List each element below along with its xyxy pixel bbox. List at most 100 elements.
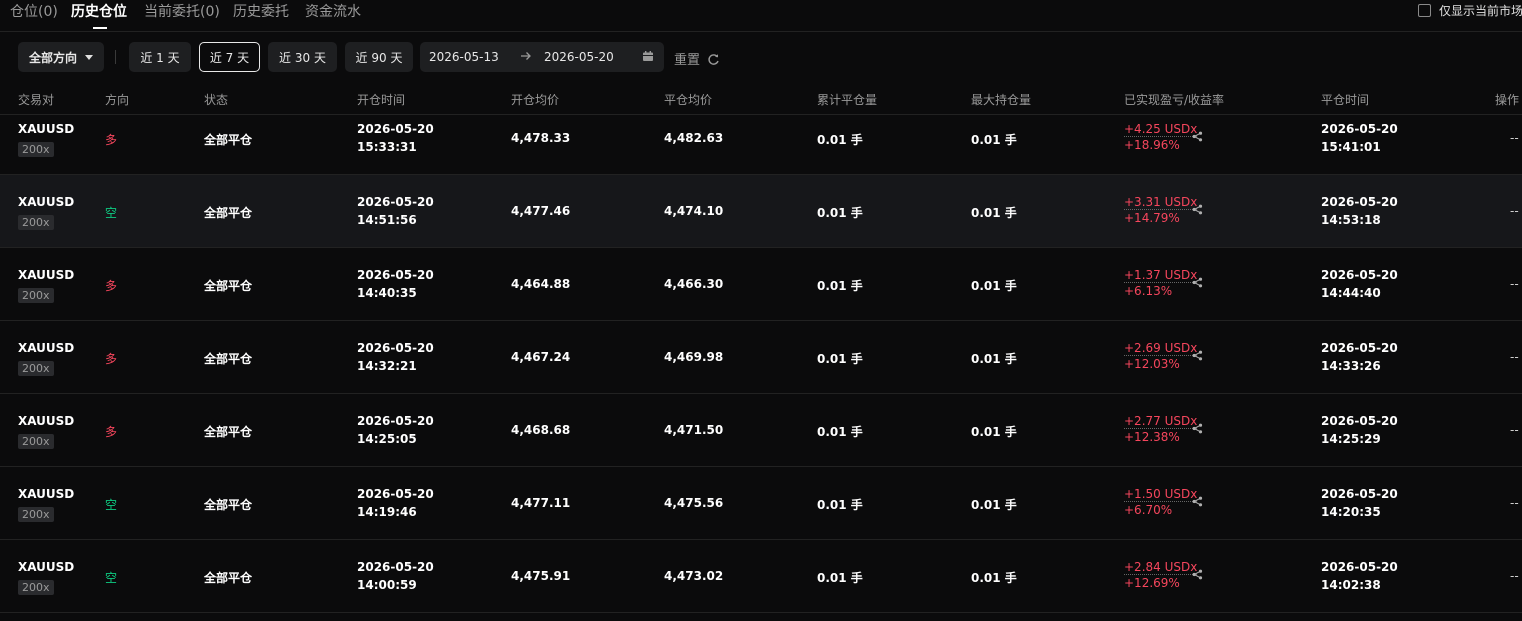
max-qty: 0.01 手: [971, 279, 1017, 293]
action[interactable]: --: [1510, 277, 1519, 291]
roi: +12.03%: [1124, 357, 1180, 371]
open-price: 4,475.91: [511, 569, 571, 583]
tab-position-history[interactable]: 历史仓位: [71, 1, 127, 21]
range-90d-button[interactable]: 近 90 天: [345, 42, 413, 72]
close-price: 4,471.50: [664, 423, 724, 437]
symbol[interactable]: XAUUSD: [18, 195, 74, 209]
only-current-market-toggle[interactable]: 仅显示当前市场: [1418, 2, 1522, 19]
close-price: 4,466.30: [664, 277, 724, 291]
open-date: 2026-05-20: [357, 414, 434, 428]
status: 全部平仓: [204, 498, 253, 512]
tab-bar: 仓位(0) 历史仓位 当前委托(0) 历史委托 资金流水 仅显示当前市场: [0, 0, 1522, 32]
realized-pnl: +2.77 USDx: [1124, 414, 1198, 429]
leverage-badge: 200x: [18, 142, 54, 157]
table-row: XAUUSD 200x 空 全部平仓 2026-05-20 14:00:59 4,475.9…: [0, 540, 1522, 613]
share-icon[interactable]: [1192, 569, 1203, 583]
symbol[interactable]: XAUUSD: [18, 560, 74, 574]
open-time: 14:32:21: [357, 359, 417, 373]
table-row: XAUUSD 200x 空 全部平仓 2026-05-20 14:19:46 4,477.1…: [0, 467, 1522, 540]
side: 空: [105, 571, 118, 585]
open-time: 15:33:31: [357, 140, 417, 154]
symbol[interactable]: XAUUSD: [18, 268, 74, 282]
action[interactable]: --: [1510, 569, 1519, 583]
leverage-badge: 200x: [18, 580, 54, 595]
direction-label: 全部方向: [28, 50, 77, 65]
tab-open-orders[interactable]: 当前委托(0): [144, 1, 220, 21]
close-price: 4,473.02: [664, 569, 724, 583]
date-to[interactable]: 2026-05-20: [544, 50, 614, 64]
range-30d-button[interactable]: 近 30 天: [268, 42, 337, 72]
date-range-picker[interactable]: 2026-05-13 2026-05-20: [420, 42, 664, 72]
roi: +12.38%: [1124, 430, 1180, 444]
realized-pnl: +1.37 USDx: [1124, 268, 1198, 283]
leverage-badge: 200x: [18, 288, 54, 303]
open-time: 14:00:59: [357, 578, 417, 592]
realized-pnl: +4.25 USDx: [1124, 122, 1198, 137]
max-qty: 0.01 手: [971, 206, 1017, 220]
roi: +6.70%: [1124, 503, 1173, 517]
table-row: XAUUSD 200x 空 全部平仓 2026-05-20 14:51:56 4,477.4…: [0, 175, 1522, 248]
table-row: XAUUSD 200x 多 全部平仓 2026-05-20 14:25:05 4,468.6…: [0, 394, 1522, 467]
action[interactable]: --: [1510, 423, 1519, 437]
close-date: 2026-05-20: [1321, 414, 1398, 428]
table-row: XAUUSD 200x 多 全部平仓 2026-05-20 14:32:21 4,467.2…: [0, 321, 1522, 394]
range-7d-button[interactable]: 近 7 天: [199, 42, 260, 72]
side: 多: [105, 352, 118, 366]
symbol[interactable]: XAUUSD: [18, 122, 74, 136]
close-date: 2026-05-20: [1321, 268, 1398, 282]
closed-qty: 0.01 手: [817, 206, 863, 220]
action[interactable]: --: [1510, 496, 1519, 510]
close-time: 14:53:18: [1321, 213, 1381, 227]
share-icon[interactable]: [1192, 204, 1203, 218]
roi: +18.96%: [1124, 138, 1180, 152]
open-price: 4,468.68: [511, 423, 571, 437]
range-1d-button[interactable]: 近 1 天: [129, 42, 191, 72]
share-icon[interactable]: [1192, 423, 1203, 437]
table-row: XAUUSD 200x 多 全部平仓 2026-05-20 15:33:31 4,478.3…: [0, 102, 1522, 175]
action[interactable]: --: [1510, 131, 1519, 145]
close-date: 2026-05-20: [1321, 195, 1398, 209]
action[interactable]: --: [1510, 350, 1519, 364]
max-qty: 0.01 手: [971, 425, 1017, 439]
closed-qty: 0.01 手: [817, 352, 863, 366]
symbol[interactable]: XAUUSD: [18, 341, 74, 355]
open-date: 2026-05-20: [357, 122, 434, 136]
close-date: 2026-05-20: [1321, 560, 1398, 574]
roi: +12.69%: [1124, 576, 1180, 590]
share-icon[interactable]: [1192, 131, 1203, 145]
reset-button[interactable]: 重置: [674, 49, 720, 70]
filter-bar: 全部方向 近 1 天 近 7 天 近 30 天 近 90 天 2026-05-1…: [0, 42, 1522, 72]
share-icon[interactable]: [1192, 277, 1203, 291]
close-date: 2026-05-20: [1321, 341, 1398, 355]
share-icon[interactable]: [1192, 350, 1203, 364]
calendar-icon[interactable]: [642, 50, 654, 65]
symbol[interactable]: XAUUSD: [18, 414, 74, 428]
action[interactable]: --: [1510, 204, 1519, 218]
open-date: 2026-05-20: [357, 195, 434, 209]
symbol[interactable]: XAUUSD: [18, 487, 74, 501]
close-price: 4,482.63: [664, 131, 724, 145]
side: 多: [105, 133, 118, 147]
tab-positions[interactable]: 仓位(0): [10, 1, 58, 21]
roi: +14.79%: [1124, 211, 1180, 225]
arrow-right-icon: [520, 50, 532, 65]
tab-order-history[interactable]: 历史委托: [233, 1, 289, 21]
open-price: 4,478.33: [511, 131, 571, 145]
realized-pnl: +2.69 USDx: [1124, 341, 1198, 356]
close-time: 15:41:01: [1321, 140, 1381, 154]
checkbox[interactable]: [1418, 4, 1431, 17]
max-qty: 0.01 手: [971, 133, 1017, 147]
divider: [115, 50, 116, 64]
date-from[interactable]: 2026-05-13: [429, 50, 499, 64]
open-date: 2026-05-20: [357, 341, 434, 355]
open-date: 2026-05-20: [357, 487, 434, 501]
direction-dropdown[interactable]: 全部方向: [18, 42, 104, 72]
active-tab-indicator: [93, 27, 107, 29]
share-icon[interactable]: [1192, 496, 1203, 510]
side: 多: [105, 425, 118, 439]
close-time: 14:20:35: [1321, 505, 1381, 519]
realized-pnl: +1.50 USDx: [1124, 487, 1198, 502]
closed-qty: 0.01 手: [817, 279, 863, 293]
status: 全部平仓: [204, 279, 253, 293]
tab-funding-records[interactable]: 资金流水: [305, 1, 361, 21]
